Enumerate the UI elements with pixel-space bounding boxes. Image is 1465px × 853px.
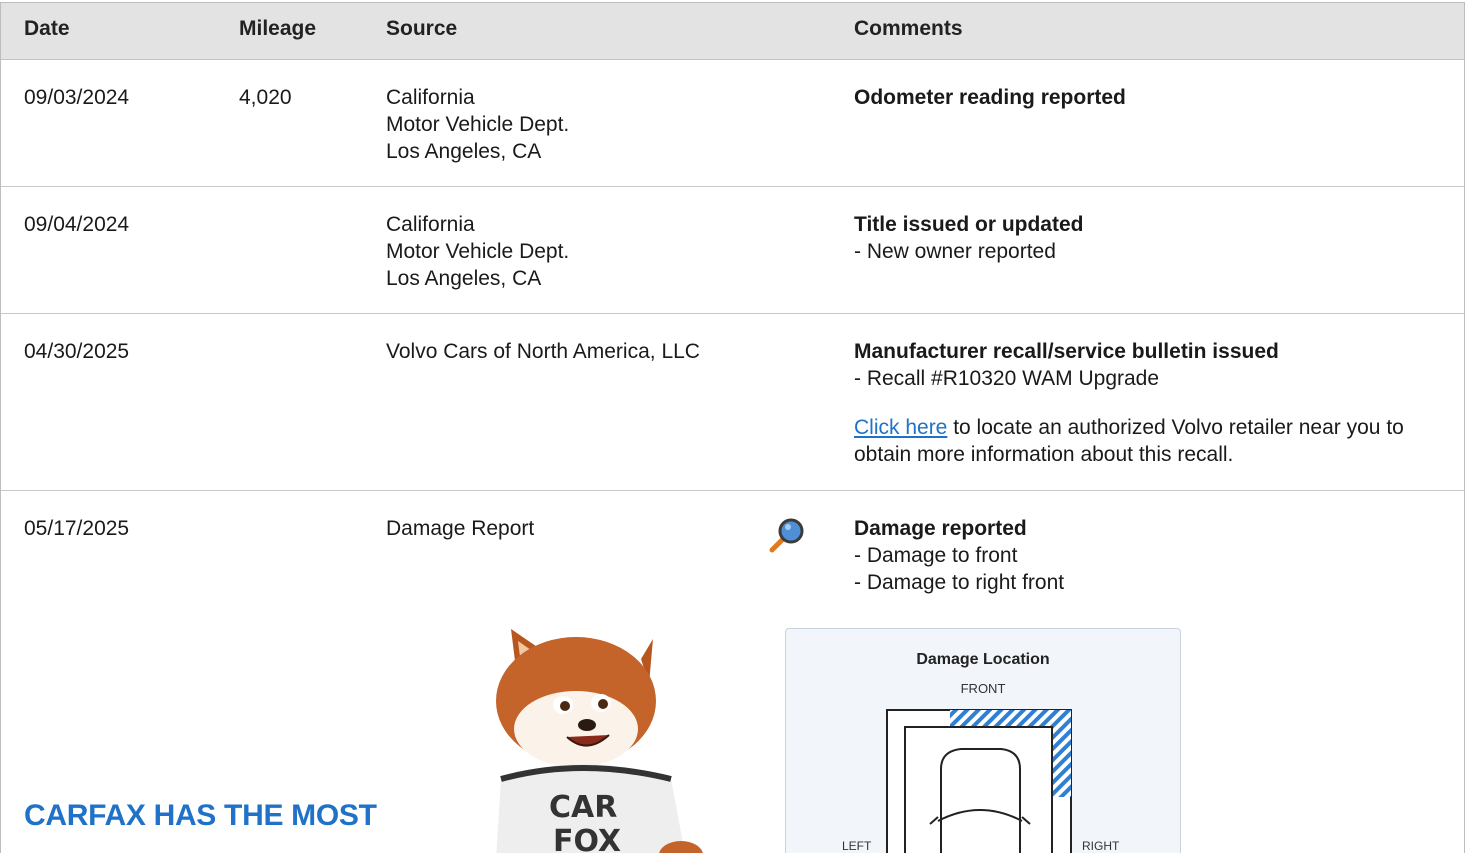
comment-detail: - Damage to front bbox=[854, 544, 1018, 567]
source-line: Volvo Cars of North America, LLC bbox=[386, 340, 700, 363]
header-source: Source bbox=[386, 17, 458, 40]
table-header: Date Mileage Source Comments bbox=[1, 3, 1464, 60]
carfox-mascot: CAR FOX bbox=[496, 629, 703, 853]
comment-title: Odometer reading reported bbox=[854, 86, 1126, 109]
header-date: Date bbox=[24, 17, 70, 40]
row-date: 04/30/2025 bbox=[24, 340, 130, 363]
table-row: 05/17/2025 Damage Report Damage reported… bbox=[1, 491, 1464, 853]
row-source: California Motor Vehicle Dept. Los Angel… bbox=[386, 84, 569, 165]
vehicle-history-table: Date Mileage Source Comments 09/03/2024 … bbox=[0, 2, 1465, 853]
comment-title: Damage reported bbox=[854, 517, 1027, 540]
row-comments: Manufacturer recall/service bulletin iss… bbox=[854, 338, 1454, 468]
source-line: Los Angeles, CA bbox=[386, 267, 542, 290]
row-mileage: 4,020 bbox=[239, 86, 292, 109]
damage-location-panel: Damage Location FRONT LEFT RIGHT bbox=[785, 628, 1181, 853]
comment-detail: - Damage to right front bbox=[854, 571, 1065, 594]
source-line: Motor Vehicle Dept. bbox=[386, 113, 570, 136]
damage-front-label: FRONT bbox=[960, 681, 1006, 696]
svg-text:CAR: CAR bbox=[549, 790, 617, 825]
row-date: 05/17/2025 bbox=[24, 517, 130, 540]
source-line: Motor Vehicle Dept. bbox=[386, 240, 570, 263]
comment-title: Title issued or updated bbox=[854, 213, 1084, 236]
row-source: Damage Report bbox=[386, 515, 534, 542]
promo-headline: CARFAX HAS THE MOST bbox=[24, 799, 377, 832]
row-comments: Title issued or updated - New owner repo… bbox=[854, 211, 1454, 265]
header-mileage: Mileage bbox=[239, 17, 317, 40]
damage-right-label: RIGHT bbox=[1082, 839, 1120, 853]
car-damage-diagram bbox=[886, 709, 1072, 853]
comment-detail: - New owner reported bbox=[854, 240, 1056, 263]
row-source: Volvo Cars of North America, LLC bbox=[386, 338, 700, 365]
row-date: 09/03/2024 bbox=[24, 86, 130, 109]
source-line: Damage Report bbox=[386, 517, 535, 540]
row-comments: Odometer reading reported bbox=[854, 84, 1454, 111]
comment-detail: - Recall #R10320 WAM Upgrade bbox=[854, 367, 1160, 390]
source-line: California bbox=[386, 86, 475, 109]
recall-note: Click here to locate an authorized Volvo… bbox=[854, 414, 1454, 468]
row-date: 09/04/2024 bbox=[24, 213, 130, 236]
source-line: California bbox=[386, 213, 475, 236]
row-source: California Motor Vehicle Dept. Los Angel… bbox=[386, 211, 569, 292]
magnifier-icon[interactable] bbox=[767, 511, 811, 555]
header-comments: Comments bbox=[854, 17, 963, 40]
damage-left-label: LEFT bbox=[842, 839, 872, 853]
damage-panel-title: Damage Location bbox=[916, 651, 1050, 668]
source-line: Los Angeles, CA bbox=[386, 140, 542, 163]
comment-title: Manufacturer recall/service bulletin iss… bbox=[854, 340, 1279, 363]
row-comments: Damage reported - Damage to front - Dama… bbox=[854, 515, 1454, 596]
click-here-link[interactable]: Click here bbox=[854, 416, 947, 439]
table-row: 09/04/2024 California Motor Vehicle Dept… bbox=[1, 187, 1464, 314]
svg-text:FOX: FOX bbox=[553, 824, 621, 853]
table-row: 04/30/2025 Volvo Cars of North America, … bbox=[1, 314, 1464, 491]
table-row: 09/03/2024 4,020 California Motor Vehicl… bbox=[1, 60, 1464, 187]
